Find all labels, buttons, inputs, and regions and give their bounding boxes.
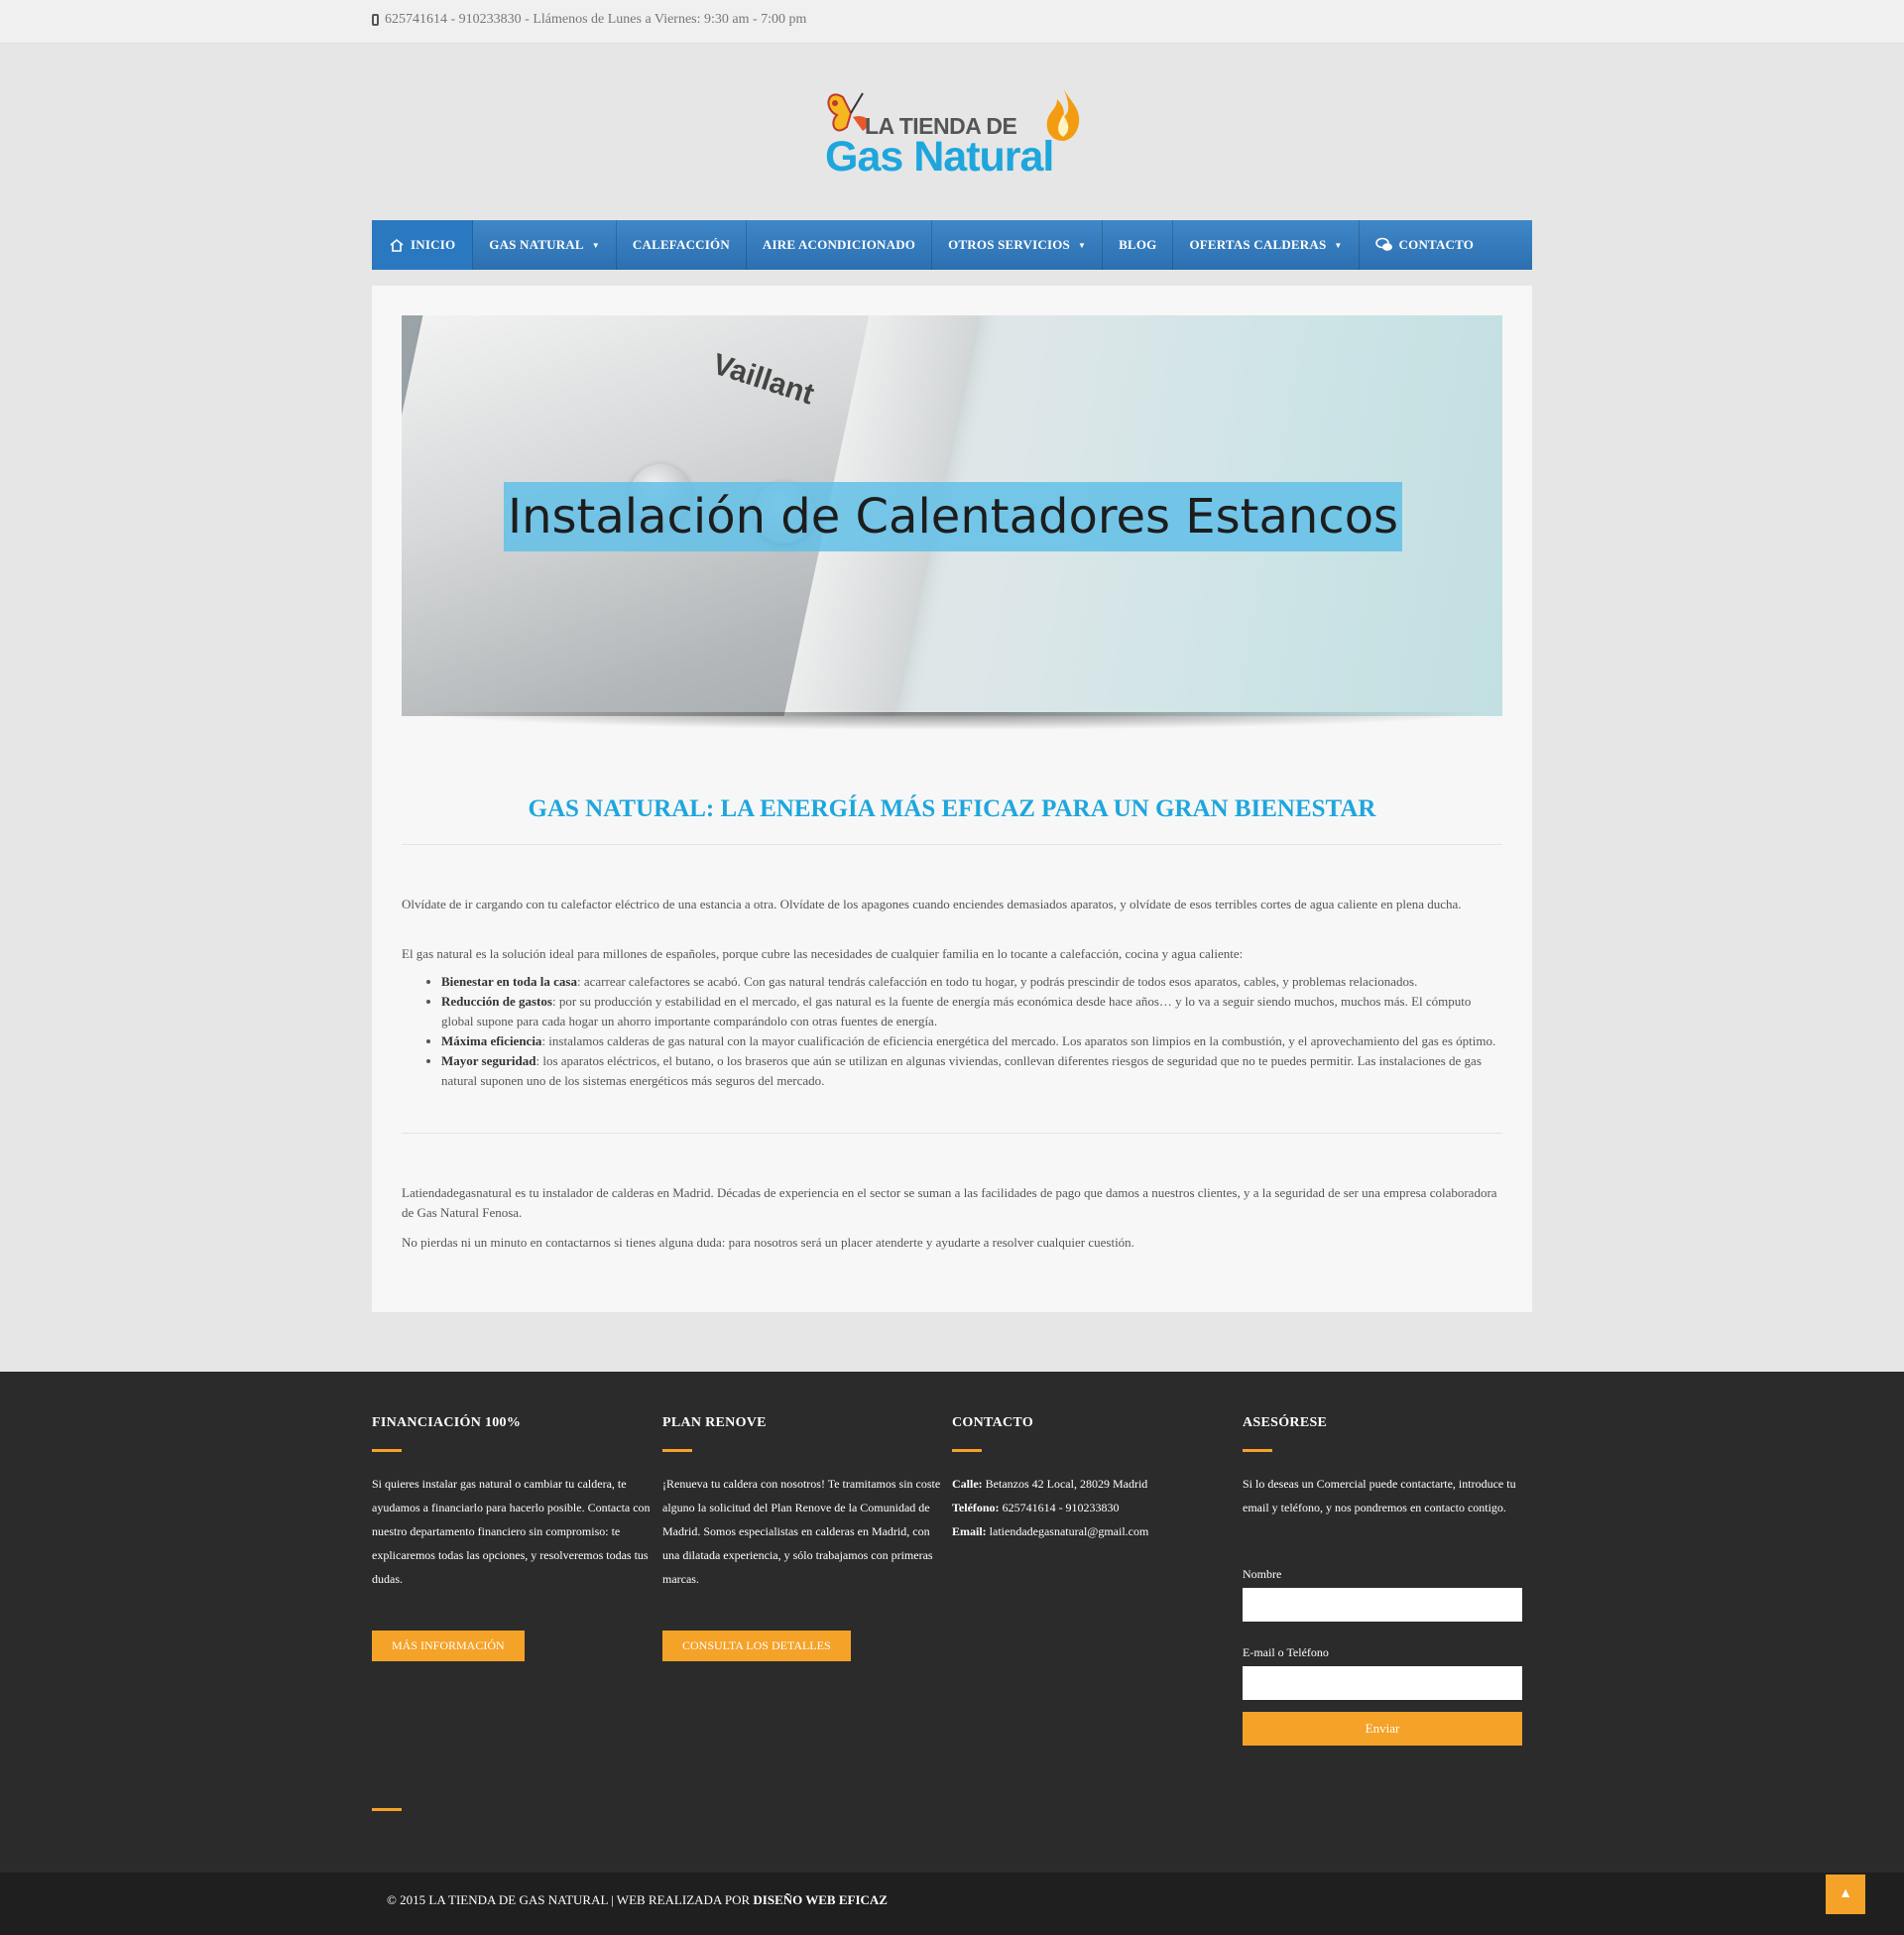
- logo-line2: Gas Natural: [825, 133, 1054, 181]
- hero-shadow: [412, 712, 1492, 730]
- nav-item-aire-acondicionado[interactable]: AIRE ACONDICIONADO: [747, 220, 933, 270]
- email-value[interactable]: latiendadegasnatural@gmail.com: [987, 1524, 1149, 1538]
- nav-item-contacto[interactable]: CONTACTO: [1360, 220, 1490, 270]
- heading-underline: [1243, 1449, 1272, 1452]
- chat-icon: [1374, 237, 1392, 251]
- benefit-text: : acarrear calefactores se acabó. Con ga…: [576, 974, 1418, 989]
- top-bar: 625741614 - 910233830 - Llámenos de Lune…: [0, 0, 1904, 44]
- benefit-text: : instalamos calderas de gas natural con…: [541, 1033, 1496, 1048]
- main-nav: INICIO GAS NATURAL ▼ CALEFACCIÓN AIRE AC…: [372, 220, 1532, 270]
- footer: FINANCIACIÓN 100% Si quieres instalar ga…: [0, 1372, 1904, 1873]
- hero-banner-text: Instalación de Calentadores Estancos: [507, 489, 1399, 544]
- section-title: GAS NATURAL: LA ENERGÍA MÁS EFICAZ PARA …: [528, 795, 1376, 822]
- footer-accent-bar: [372, 1808, 402, 1811]
- heading-underline: [372, 1449, 402, 1452]
- mobile-phone-icon: [372, 14, 379, 26]
- intro-paragraph-1: Olvídate de ir cargando con tu calefacto…: [402, 897, 1462, 911]
- benefit-text: : por su producción y estabilidad en el …: [441, 994, 1472, 1028]
- nav-label: OFERTAS CALDERAS: [1189, 237, 1327, 252]
- nav-label: BLOG: [1119, 237, 1157, 252]
- list-item: Máxima eficiencia: instalamos calderas d…: [441, 1031, 1502, 1051]
- flame-icon: [1046, 87, 1080, 141]
- email-phone-field[interactable]: [1243, 1666, 1522, 1700]
- top-contact-text: 625741614 - 910233830 - Llámenos de Lune…: [385, 12, 807, 27]
- footer-text: Si lo deseas un Comercial puede contacta…: [1243, 1477, 1516, 1514]
- footer-text: ¡Renueva tu caldera con nosotros! Te tra…: [662, 1477, 941, 1586]
- nav-item-blog[interactable]: BLOG: [1103, 220, 1174, 270]
- home-icon: [390, 238, 404, 252]
- list-item: Bienestar en toda la casa: acarrear cale…: [441, 972, 1502, 992]
- intro-paragraph-2: El gas natural es la solución ideal para…: [402, 946, 1244, 961]
- footer-col-asesorese: ASESÓRESE Si lo deseas un Comercial pued…: [1243, 1415, 1525, 1746]
- nav-label: CALEFACCIÓN: [632, 237, 730, 252]
- footer-heading: ASESÓRESE: [1243, 1415, 1328, 1430]
- outro-paragraph-2: No pierdas ni un minuto en contactarnos …: [402, 1235, 1134, 1250]
- heading-underline: [662, 1449, 692, 1452]
- benefit-title: Mayor seguridad: [441, 1053, 536, 1068]
- main-content: Vaillant Instalación de Calentadores Est…: [372, 286, 1532, 1312]
- hero-banner: Instalación de Calentadores Estancos: [504, 482, 1402, 551]
- list-item: Reducción de gastos: por su producción y…: [441, 992, 1502, 1031]
- footer-text: Si quieres instalar gas natural o cambia…: [372, 1477, 651, 1586]
- benefits-list: Bienestar en toda la casa: acarrear cale…: [441, 972, 1502, 1091]
- contact-label: E-mail o Teléfono: [1243, 1645, 1329, 1659]
- phone-value: 625741614 - 910233830: [999, 1501, 1120, 1514]
- top-contact: 625741614 - 910233830 - Llámenos de Lune…: [372, 12, 806, 28]
- nav-label: INICIO: [411, 237, 456, 252]
- street-value: Betanzos 42 Local, 28029 Madrid: [982, 1477, 1148, 1491]
- consulta-detalles-button[interactable]: CONSULTA LOS DETALLES: [662, 1631, 851, 1661]
- nav-label: OTROS SERVICIOS: [948, 237, 1070, 252]
- chevron-up-icon: ▲: [1839, 1886, 1852, 1901]
- footer-col-plan-renove: PLAN RENOVE ¡Renueva tu caldera con noso…: [662, 1415, 945, 1661]
- benefit-title: Reducción de gastos: [441, 994, 552, 1009]
- nav-item-ofertas-calderas[interactable]: OFERTAS CALDERAS ▼: [1173, 220, 1360, 270]
- heading-underline: [952, 1449, 982, 1452]
- divider: [402, 844, 1502, 845]
- nav-item-calefaccion[interactable]: CALEFACCIÓN: [617, 220, 747, 270]
- name-label: Nombre: [1243, 1567, 1282, 1581]
- nav-label: GAS NATURAL: [489, 237, 584, 252]
- phone-label: Teléfono:: [952, 1501, 1000, 1514]
- name-field[interactable]: [1243, 1588, 1522, 1622]
- benefit-text: : los aparatos eléctricos, el butano, o …: [441, 1053, 1482, 1088]
- site-logo[interactable]: LA TIENDA DE Gas Natural: [823, 83, 1083, 182]
- back-to-top-button[interactable]: ▲: [1826, 1875, 1865, 1914]
- credit-link[interactable]: DISEÑO WEB EFICAZ: [753, 1892, 888, 1907]
- nav-label: CONTACTO: [1398, 237, 1475, 252]
- email-label: Email:: [952, 1524, 987, 1538]
- nav-label: AIRE ACONDICIONADO: [762, 237, 916, 252]
- bottom-bar: © 2015 LA TIENDA DE GAS NATURAL | WEB RE…: [0, 1873, 1904, 1935]
- contact-street: Calle: Betanzos 42 Local, 28029 Madrid: [952, 1472, 1235, 1496]
- copyright: © 2015 LA TIENDA DE GAS NATURAL | WEB RE…: [387, 1892, 922, 1907]
- nav-item-gas-natural[interactable]: GAS NATURAL ▼: [473, 220, 617, 270]
- street-label: Calle:: [952, 1477, 983, 1491]
- caret-down-icon: ▼: [1077, 240, 1087, 250]
- footer-heading: FINANCIACIÓN 100%: [372, 1415, 522, 1430]
- nav-item-inicio[interactable]: INICIO: [372, 220, 474, 270]
- caret-down-icon: ▼: [591, 240, 600, 250]
- contact-email: Email: latiendadegasnatural@gmail.com: [952, 1519, 1235, 1543]
- caret-down-icon: ▼: [1334, 240, 1343, 250]
- enviar-button[interactable]: Enviar: [1243, 1712, 1522, 1746]
- outro-paragraph-1: Latiendadegasnatural es tu instalador de…: [402, 1185, 1497, 1220]
- contact-phone: Teléfono: 625741614 - 910233830: [952, 1496, 1235, 1519]
- benefit-title: Bienestar en toda la casa: [441, 974, 577, 989]
- hero-image: Vaillant Instalación de Calentadores Est…: [402, 315, 1502, 716]
- footer-heading: PLAN RENOVE: [662, 1415, 767, 1430]
- nav-item-otros-servicios[interactable]: OTROS SERVICIOS ▼: [932, 220, 1104, 270]
- benefit-title: Máxima eficiencia: [441, 1033, 542, 1048]
- footer-col-financiacion: FINANCIACIÓN 100% Si quieres instalar ga…: [372, 1415, 654, 1661]
- list-item: Mayor seguridad: los aparatos eléctricos…: [441, 1051, 1502, 1091]
- divider: [402, 1133, 1502, 1134]
- copyright-text: © 2015 LA TIENDA DE GAS NATURAL | WEB RE…: [387, 1892, 754, 1907]
- footer-col-contacto: CONTACTO Calle: Betanzos 42 Local, 28029…: [952, 1415, 1235, 1543]
- mas-informacion-button[interactable]: MÁS INFORMACIÓN: [372, 1631, 525, 1661]
- footer-heading: CONTACTO: [952, 1415, 1034, 1430]
